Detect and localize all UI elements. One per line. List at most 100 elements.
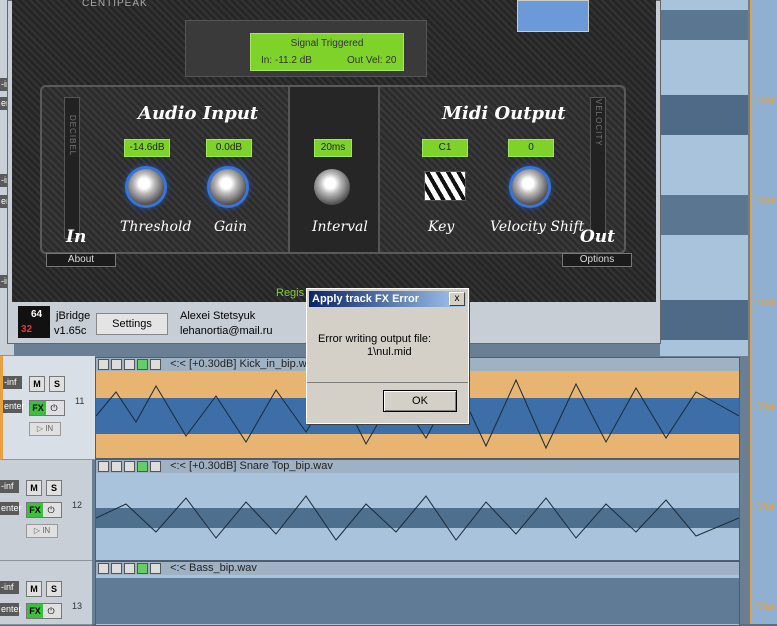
item-icon	[137, 358, 148, 370]
marker-label: Mar	[756, 95, 775, 107]
track-control-panel-11[interactable]: -inf enter M S FX ⏻ ▷ IN 11	[0, 356, 95, 460]
item-icon	[150, 358, 161, 370]
key-label: Key	[428, 219, 455, 235]
interval-display[interactable]: 20ms	[314, 139, 352, 157]
track-number: 13	[72, 601, 83, 611]
item-icon	[111, 358, 122, 370]
mute-button[interactable]: M	[26, 480, 42, 496]
item-name: <:< [+0.30dB] Snare Top_bip.wav	[170, 460, 333, 472]
solo-button[interactable]: S	[46, 581, 62, 597]
marker-label: Mar	[756, 195, 775, 207]
track-number: 12	[72, 500, 83, 510]
item-icon	[98, 358, 109, 370]
pan-readout: enter	[0, 603, 22, 616]
fx-toggle[interactable]: FX ⏻	[29, 400, 65, 416]
waveform-12	[96, 495, 739, 541]
ok-button[interactable]: OK	[383, 390, 457, 412]
velocity-shift-knob[interactable]	[512, 169, 548, 205]
marker-label: Mar	[756, 500, 775, 512]
register-text: Regis	[276, 287, 305, 299]
error-message-line2: 1\nul.mid	[367, 346, 412, 358]
key-display[interactable]: C1	[422, 139, 468, 157]
solo-button[interactable]: S	[49, 376, 65, 392]
mute-button[interactable]: M	[29, 376, 45, 392]
item-icon	[98, 460, 109, 472]
gain-label: Gain	[214, 219, 248, 235]
item-icon	[98, 562, 109, 574]
input-button[interactable]: ▷ IN	[26, 524, 58, 538]
volume-readout: -inf	[0, 581, 19, 594]
track-control-panel-13[interactable]: -inf enter M S FX ⏻ 13	[0, 561, 92, 625]
item-icon	[111, 562, 122, 574]
mute-button[interactable]: M	[26, 581, 42, 597]
pan-readout: enter	[3, 400, 25, 413]
marker-label: Mar	[756, 297, 775, 309]
marker-label: Mar	[756, 400, 775, 412]
input-button[interactable]: ▷ IN	[29, 422, 61, 436]
signal-out: Out Vel: 20	[347, 55, 397, 66]
piano-key-icon[interactable]	[424, 171, 466, 201]
item-icon	[111, 460, 122, 472]
threshold-knob[interactable]	[128, 169, 164, 205]
options-button[interactable]: Options	[562, 253, 632, 267]
in-label: In	[66, 227, 87, 247]
dialog-titlebar[interactable]: Apply track FX Error	[309, 291, 466, 307]
track-control-panel-12[interactable]: -inf enter M S FX ⏻ ▷ IN 12	[0, 460, 92, 561]
close-icon[interactable]: x	[449, 292, 465, 306]
gain-display[interactable]: 0.0dB	[206, 139, 252, 157]
item-header: <:< [+0.30dB] Snare Top_bip.wav	[96, 460, 739, 473]
item-icon	[137, 562, 148, 574]
dialog-divider	[307, 382, 468, 383]
display-screen	[517, 0, 589, 32]
track-lane-13[interactable]: <:< Bass_bip.wav	[95, 561, 740, 626]
jbridge-name: jBridge	[56, 310, 91, 322]
volume-readout: -inf	[3, 376, 22, 389]
item-icon	[150, 460, 161, 472]
about-button[interactable]: About	[46, 253, 116, 267]
error-dialog: Apply track FX Error x Error writing out…	[306, 288, 469, 424]
interval-knob[interactable]	[314, 169, 350, 205]
midi-output-title: Midi Output	[442, 103, 566, 124]
jbridge-logo: 64 32	[18, 306, 50, 338]
brand-logo: CENTIPEAK	[82, 0, 148, 9]
signal-display: Signal Triggered In: -11.2 dB Out Vel: 2…	[250, 33, 404, 71]
item-icon	[137, 460, 148, 472]
item-icon	[150, 562, 161, 574]
author-name: Alexei Stetsyuk	[180, 310, 256, 322]
volume-readout: -inf	[0, 480, 19, 493]
threshold-label: Threshold	[120, 219, 192, 235]
threshold-display[interactable]: -14.6dB	[124, 139, 170, 157]
track-number: 11	[75, 396, 85, 406]
waveform-13	[96, 578, 739, 624]
fx-toggle[interactable]: FX ⏻	[26, 603, 62, 619]
track-lane-12[interactable]: <:< [+0.30dB] Snare Top_bip.wav	[95, 459, 740, 561]
pan-readout: enter	[0, 502, 22, 515]
signal-in: In: -11.2 dB	[261, 55, 312, 66]
decibel-label: DECIBEL	[68, 115, 77, 157]
item-name: <:< [+0.30dB] Kick_in_bip.wav	[170, 358, 319, 370]
logo-32: 32	[21, 324, 33, 335]
right-track-strip	[750, 0, 777, 624]
dialog-title: Apply track FX Error	[312, 293, 419, 305]
velocity-shift-label: Velocity Shift	[490, 219, 585, 235]
item-icon	[124, 460, 135, 472]
velocity-shift-display[interactable]: 0	[508, 139, 554, 157]
error-message-line1: Error writing output file:	[318, 333, 432, 345]
item-name: <:< Bass_bip.wav	[170, 562, 257, 574]
interval-label: Interval	[312, 219, 368, 235]
logo-64: 64	[31, 309, 43, 320]
daw-lane-area	[660, 0, 748, 356]
item-icon	[124, 562, 135, 574]
marker-label: Mar	[756, 600, 775, 612]
signal-title: Signal Triggered	[290, 38, 364, 49]
item-header: <:< Bass_bip.wav	[96, 562, 739, 575]
settings-button[interactable]: Settings	[96, 313, 168, 335]
velocity-label: VELOCITY	[594, 99, 603, 147]
gain-knob[interactable]	[210, 169, 246, 205]
solo-button[interactable]: S	[46, 480, 62, 496]
waveform-upper	[660, 10, 748, 340]
fx-toggle[interactable]: FX ⏻	[26, 502, 62, 518]
author-email: lehanortia@mail.ru	[180, 325, 273, 337]
jbridge-version: v1.65c	[54, 325, 87, 337]
out-label: Out	[580, 227, 616, 247]
